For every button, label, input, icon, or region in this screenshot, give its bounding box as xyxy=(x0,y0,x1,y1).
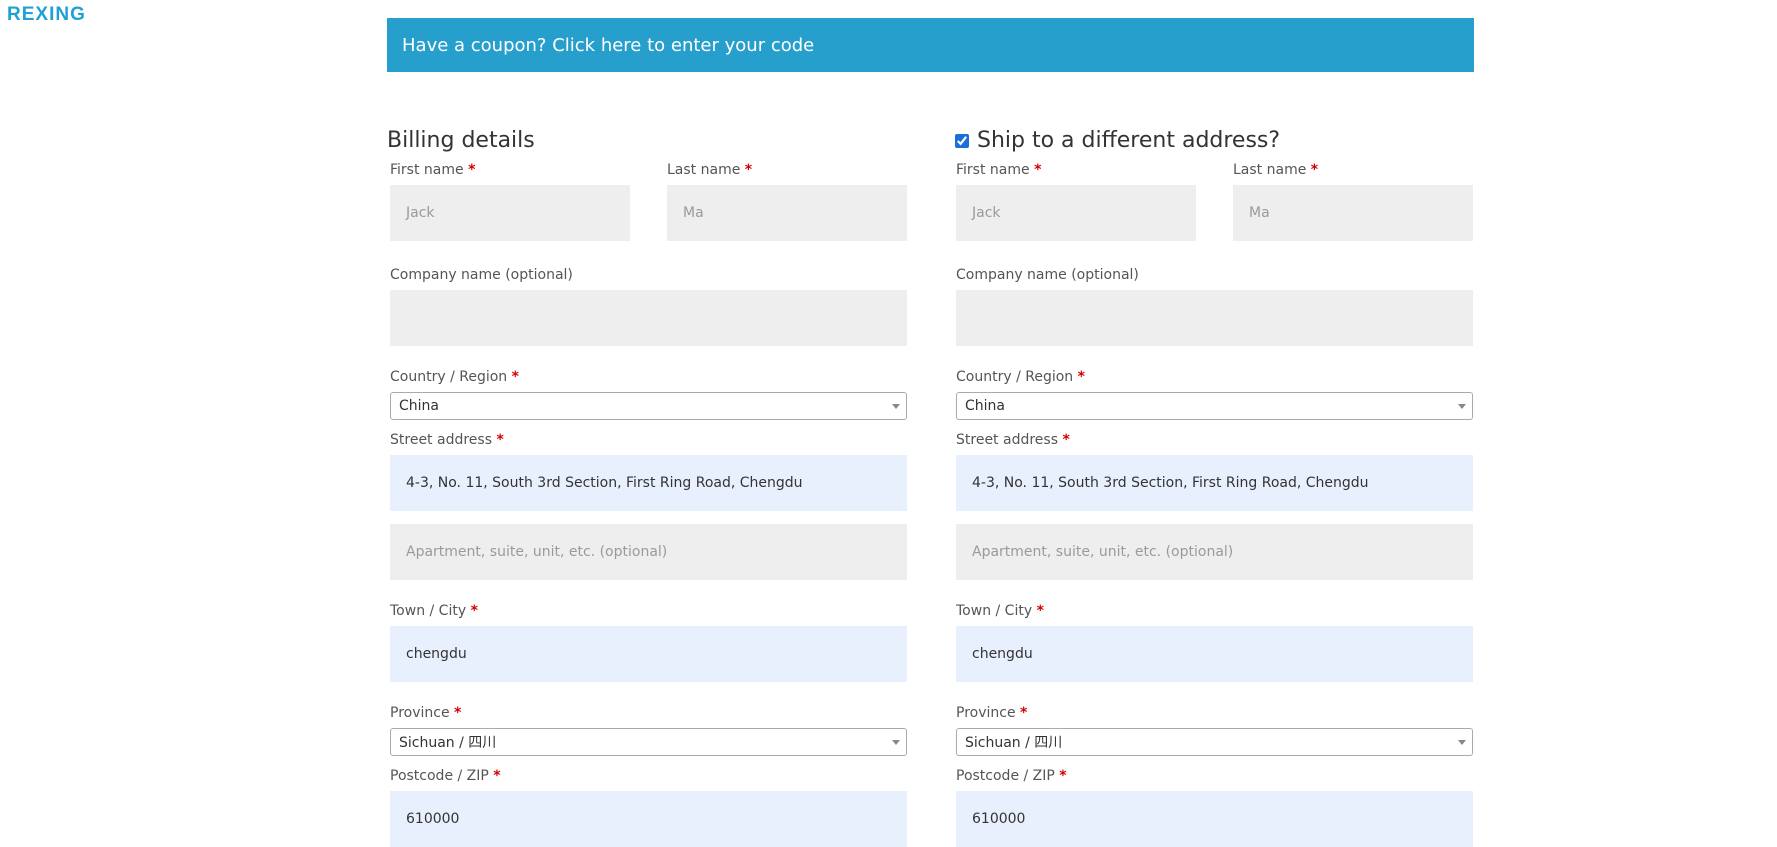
shipping-last-name-input[interactable]: Ma xyxy=(1233,185,1473,241)
billing-city-label: Town / City * xyxy=(390,603,478,619)
chevron-down-icon xyxy=(1458,740,1466,745)
coupon-banner[interactable]: Have a coupon? Click here to enter your … xyxy=(387,18,1474,72)
billing-street-input[interactable]: 4-3, No. 11, South 3rd Section, First Ri… xyxy=(390,455,907,511)
shipping-postcode-label: Postcode / ZIP * xyxy=(956,768,1067,784)
shipping-apartment-input[interactable]: Apartment, suite, unit, etc. (optional) xyxy=(956,524,1473,580)
shipping-street-input[interactable]: 4-3, No. 11, South 3rd Section, First Ri… xyxy=(956,455,1473,511)
rexing-logo[interactable]: REXING xyxy=(7,4,86,26)
shipping-first-name-label: First name * xyxy=(956,162,1042,178)
shipping-first-name-input[interactable]: Jack xyxy=(956,185,1196,241)
billing-province-select[interactable]: Sichuan / 四川 xyxy=(390,728,907,756)
billing-last-name-input[interactable]: Ma xyxy=(667,185,907,241)
shipping-company-label: Company name (optional) xyxy=(956,267,1139,283)
billing-first-name-input[interactable]: Jack xyxy=(390,185,630,241)
shipping-city-input[interactable]: chengdu xyxy=(956,626,1473,682)
shipping-name-row: First name * Jack Last name * Ma xyxy=(956,162,1473,241)
billing-apartment-input[interactable]: Apartment, suite, unit, etc. (optional) xyxy=(390,524,907,580)
billing-city-input[interactable]: chengdu xyxy=(390,626,907,682)
shipping-province-label: Province * xyxy=(956,705,1028,721)
billing-company-input[interactable] xyxy=(390,290,907,346)
shipping-city-label: Town / City * xyxy=(956,603,1044,619)
ship-different-checkbox[interactable] xyxy=(955,134,969,148)
billing-company-label: Company name (optional) xyxy=(390,267,573,283)
billing-province-label: Province * xyxy=(390,705,462,721)
shipping-form: Ship to a different address? First name … xyxy=(953,126,1473,847)
shipping-heading: Ship to a different address? xyxy=(953,126,1473,156)
billing-country-select[interactable]: China xyxy=(390,392,907,420)
shipping-country-select[interactable]: China xyxy=(956,392,1473,420)
shipping-province-select[interactable]: Sichuan / 四川 xyxy=(956,728,1473,756)
billing-last-name-label: Last name * xyxy=(667,162,753,178)
shipping-street-label: Street address * xyxy=(956,432,1070,448)
billing-postcode-input[interactable]: 610000 xyxy=(390,791,907,847)
ship-different-label[interactable]: Ship to a different address? xyxy=(977,126,1280,156)
billing-postcode-label: Postcode / ZIP * xyxy=(390,768,501,784)
coupon-link[interactable]: Have a coupon? Click here to enter your … xyxy=(402,35,814,56)
billing-country-label: Country / Region * xyxy=(390,369,519,385)
shipping-postcode-input[interactable]: 610000 xyxy=(956,791,1473,847)
shipping-last-name-label: Last name * xyxy=(1233,162,1319,178)
billing-street-label: Street address * xyxy=(390,432,504,448)
billing-form: Billing details First name * Jack Last n… xyxy=(387,126,907,847)
chevron-down-icon xyxy=(892,404,900,409)
chevron-down-icon xyxy=(1458,404,1466,409)
billing-name-row: First name * Jack Last name * Ma xyxy=(390,162,907,241)
shipping-company-input[interactable] xyxy=(956,290,1473,346)
billing-first-name-label: First name * xyxy=(390,162,476,178)
chevron-down-icon xyxy=(892,740,900,745)
shipping-country-label: Country / Region * xyxy=(956,369,1085,385)
billing-heading: Billing details xyxy=(387,128,535,153)
